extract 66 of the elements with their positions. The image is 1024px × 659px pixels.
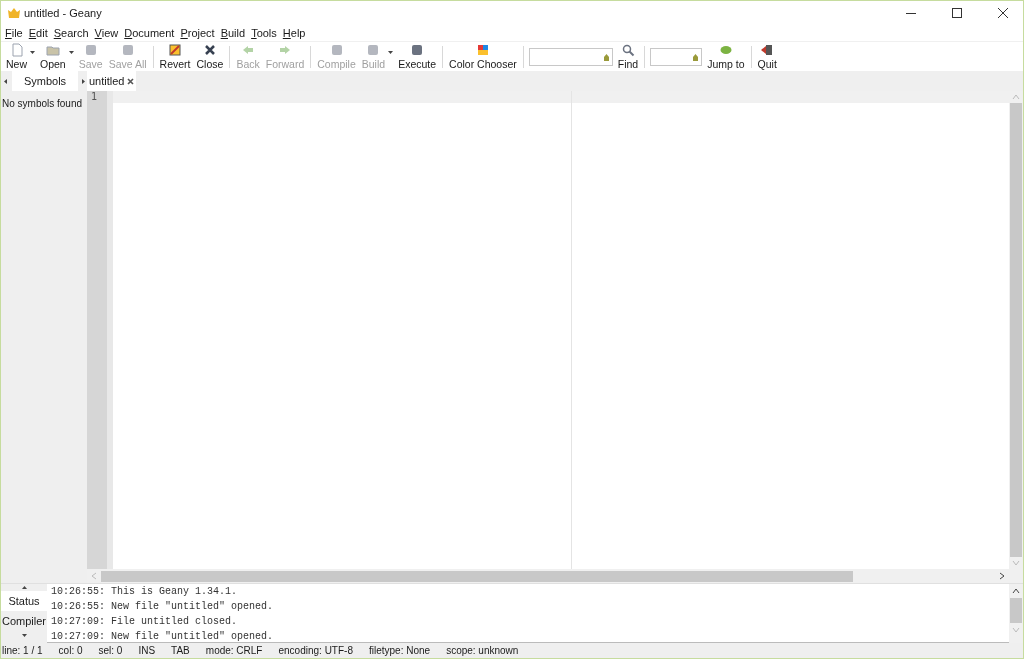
scrollbar-thumb[interactable] <box>101 570 853 582</box>
toolbar-button[interactable]: Find <box>614 42 642 71</box>
minimize-icon <box>906 12 916 14</box>
toolbar-button[interactable]: Color Chooser <box>446 42 520 71</box>
log-line: 10:27:09: New file "untitled" opened. <box>51 630 275 644</box>
status-item: filetype: None <box>368 644 431 658</box>
toolbar-button[interactable]: Quit <box>754 42 780 71</box>
menu-item[interactable]: Build <box>220 24 246 42</box>
down-caret-icon[interactable] <box>21 634 27 637</box>
message-tab[interactable]: Status <box>1 591 47 611</box>
log-line: 10:26:55: New file "untitled" opened. <box>51 600 275 614</box>
menu-item[interactable]: File <box>5 24 23 42</box>
scrollbar-thumb[interactable] <box>1010 598 1022 623</box>
folder-icon <box>45 43 60 57</box>
left-caret-icon[interactable] <box>4 78 7 84</box>
menu-item[interactable]: Help <box>282 24 306 42</box>
sidebar-message: No symbols found <box>2 97 84 111</box>
exit-icon <box>760 43 775 57</box>
close-icon <box>202 43 217 57</box>
toolbar-button[interactable]: Execute <box>395 42 440 71</box>
page-icon <box>9 43 24 57</box>
dropdown-caret-icon[interactable] <box>68 50 74 54</box>
clear-icon <box>692 52 700 61</box>
toolbar-button[interactable]: Close <box>193 42 227 71</box>
menu-item[interactable]: View <box>94 24 119 42</box>
up-caret-icon[interactable] <box>1012 587 1020 595</box>
up-caret-icon[interactable] <box>21 586 27 589</box>
log-line: 10:26:55: This is Geany 1.34.1. <box>51 585 239 599</box>
right-caret-icon[interactable] <box>82 78 85 84</box>
status-item: scope: unknown <box>446 644 519 658</box>
status-item: INS <box>138 644 156 658</box>
blob-icon <box>718 43 733 57</box>
status-item: sel: 0 <box>98 644 123 658</box>
search-field[interactable] <box>528 47 613 66</box>
window-title: untitled - Geany <box>24 5 102 21</box>
status-item: mode: CRLF <box>205 644 263 658</box>
status-item: line: 1 / 1 <box>2 644 43 658</box>
document-tab[interactable]: untitled <box>87 71 137 91</box>
toolbar-button[interactable]: Jump to <box>704 42 748 71</box>
status-item: encoding: UTF-8 <box>278 644 353 658</box>
status-item: TAB <box>171 644 190 658</box>
log-line: 10:27:09: File untitled closed. <box>51 615 239 629</box>
right-caret-icon[interactable] <box>998 572 1006 580</box>
clear-icon <box>602 52 610 61</box>
menu-item[interactable]: Tools <box>251 24 277 42</box>
sidebar-tab[interactable]: Symbols <box>12 71 78 91</box>
menu-item[interactable]: Search <box>53 24 89 42</box>
palette-icon <box>475 43 490 57</box>
menu-item[interactable]: Edit <box>28 24 48 42</box>
close-icon <box>998 8 1008 18</box>
search-field[interactable] <box>650 47 703 66</box>
line-number: 1 <box>90 91 99 103</box>
toolbar-button[interactable]: New <box>3 42 30 71</box>
menu-item[interactable]: Project <box>180 24 215 42</box>
toolbar-button[interactable]: Open <box>37 42 69 71</box>
search-icon <box>621 43 635 57</box>
menu-item[interactable]: Document <box>124 24 175 42</box>
app-logo-icon <box>7 7 21 19</box>
left-arrow-icon <box>241 43 256 57</box>
toolbar-button[interactable]: Revert <box>156 42 194 71</box>
close-tab-icon[interactable] <box>127 77 135 85</box>
status-item: col: 0 <box>58 644 83 658</box>
right-arrow-icon <box>278 43 292 57</box>
scrollbar-thumb[interactable] <box>1010 103 1022 557</box>
maximize-icon <box>952 8 962 18</box>
dropdown-caret-icon[interactable] <box>30 50 35 54</box>
